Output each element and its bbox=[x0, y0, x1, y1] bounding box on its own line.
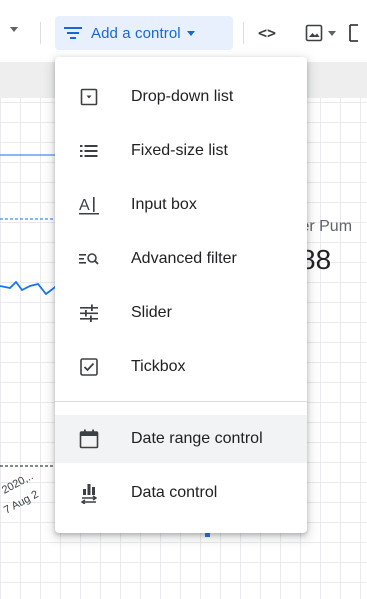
menu-item-label: Fixed-size list bbox=[131, 142, 228, 159]
input-box-icon: A bbox=[79, 195, 99, 215]
dropdown-list-icon bbox=[79, 87, 99, 107]
embed-code-icon[interactable]: <> bbox=[258, 24, 276, 42]
toolbar-divider bbox=[243, 22, 244, 44]
menu-item-label: Input box bbox=[131, 196, 197, 213]
menu-item-fixed-size-list[interactable]: Fixed-size list bbox=[55, 127, 307, 175]
add-a-control-label: Add a control bbox=[91, 24, 181, 42]
fixed-list-icon bbox=[79, 141, 99, 161]
shape-icon[interactable] bbox=[347, 22, 363, 44]
add-control-menu: Drop-down list Fixed-size list A Input b… bbox=[55, 57, 307, 533]
menu-item-label: Slider bbox=[131, 304, 172, 321]
add-a-control-button[interactable]: Add a control bbox=[55, 16, 233, 50]
data-control-icon bbox=[79, 483, 99, 504]
image-icon[interactable] bbox=[305, 24, 323, 42]
chevron-down-icon[interactable] bbox=[328, 31, 336, 36]
menu-item-tickbox[interactable]: Tickbox bbox=[55, 343, 307, 391]
checkbox-icon bbox=[79, 357, 99, 377]
menu-item-label: Drop-down list bbox=[131, 88, 234, 105]
menu-item-input-box[interactable]: A Input box bbox=[55, 181, 307, 229]
slider-icon bbox=[79, 303, 99, 323]
menu-item-slider[interactable]: Slider bbox=[55, 289, 307, 337]
svg-text:A: A bbox=[79, 197, 90, 214]
menu-item-label: Tickbox bbox=[131, 358, 186, 375]
menu-item-label: Data control bbox=[131, 484, 218, 501]
toolbar: Add a control <> bbox=[0, 0, 367, 52]
filter-icon bbox=[64, 27, 82, 39]
chart-series-line bbox=[0, 280, 59, 296]
advanced-filter-icon bbox=[79, 249, 99, 269]
calendar-icon bbox=[79, 429, 99, 449]
menu-item-date-range-control[interactable]: Date range control bbox=[55, 415, 307, 463]
menu-item-advanced-filter[interactable]: Advanced filter bbox=[55, 235, 307, 283]
toolbar-divider bbox=[40, 22, 41, 44]
chevron-down-icon bbox=[186, 30, 195, 36]
menu-divider bbox=[55, 401, 307, 402]
menu-item-label: Advanced filter bbox=[131, 250, 237, 267]
chevron-down-icon[interactable] bbox=[10, 27, 18, 32]
menu-item-label: Date range control bbox=[131, 430, 263, 447]
menu-item-dropdown-list[interactable]: Drop-down list bbox=[55, 73, 307, 121]
menu-item-data-control[interactable]: Data control bbox=[55, 469, 307, 517]
